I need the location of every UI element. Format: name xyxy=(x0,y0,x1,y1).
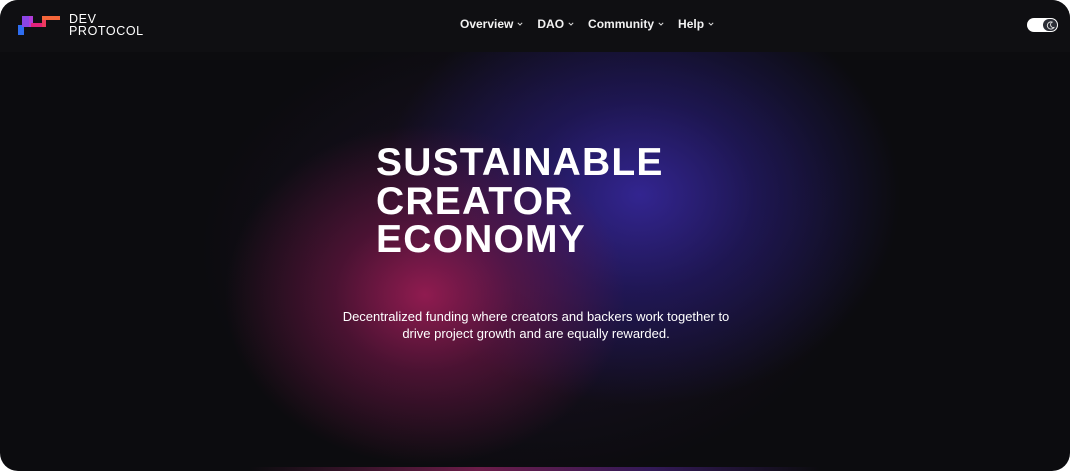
main-nav: Overview DAO Community Help xyxy=(460,17,728,31)
nav-label-community: Community xyxy=(588,17,655,31)
bottom-gradient-edge xyxy=(250,467,820,471)
hero-subtitle: Decentralized funding where creators and… xyxy=(300,308,772,342)
nav-item-help[interactable]: Help xyxy=(678,17,714,31)
chevron-down-icon xyxy=(568,22,574,26)
hero-title: SUSTAINABLE CREATOR ECONOMY xyxy=(376,141,664,261)
nav-label-help: Help xyxy=(678,17,705,31)
chevron-down-icon xyxy=(517,22,523,26)
hero-title-line-3: ECONOMY xyxy=(376,218,586,261)
nav-item-community[interactable]: Community xyxy=(588,17,664,31)
top-navbar: DEV PROTOCOL Overview DAO Community Help xyxy=(0,0,1070,52)
hero-title-line-2: CREATOR xyxy=(376,179,574,223)
toggle-knob xyxy=(1043,19,1057,31)
nav-label-dao: DAO xyxy=(537,17,565,31)
page-frame: DEV PROTOCOL Overview DAO Community Help xyxy=(0,0,1070,471)
hero-subtitle-line-1: Decentralized funding where creators and… xyxy=(342,309,730,324)
chevron-down-icon xyxy=(708,22,714,26)
chevron-down-icon xyxy=(658,22,664,26)
logo-wordmark: DEV PROTOCOL xyxy=(69,13,144,38)
logo-line-protocol: PROTOCOL xyxy=(69,24,144,38)
nav-label-overview: Overview xyxy=(460,17,514,31)
hero-subtitle-line-2: drive project growth and are equally rew… xyxy=(402,326,670,341)
nav-item-overview[interactable]: Overview xyxy=(460,17,523,31)
nav-item-dao[interactable]: DAO xyxy=(537,17,574,31)
hero-title-line-1: SUSTAINABLE xyxy=(376,141,664,184)
logo-mark-icon xyxy=(18,13,62,37)
moon-icon xyxy=(1046,20,1055,29)
dev-protocol-logo[interactable]: DEV PROTOCOL xyxy=(18,13,144,37)
theme-toggle[interactable] xyxy=(1027,18,1058,32)
